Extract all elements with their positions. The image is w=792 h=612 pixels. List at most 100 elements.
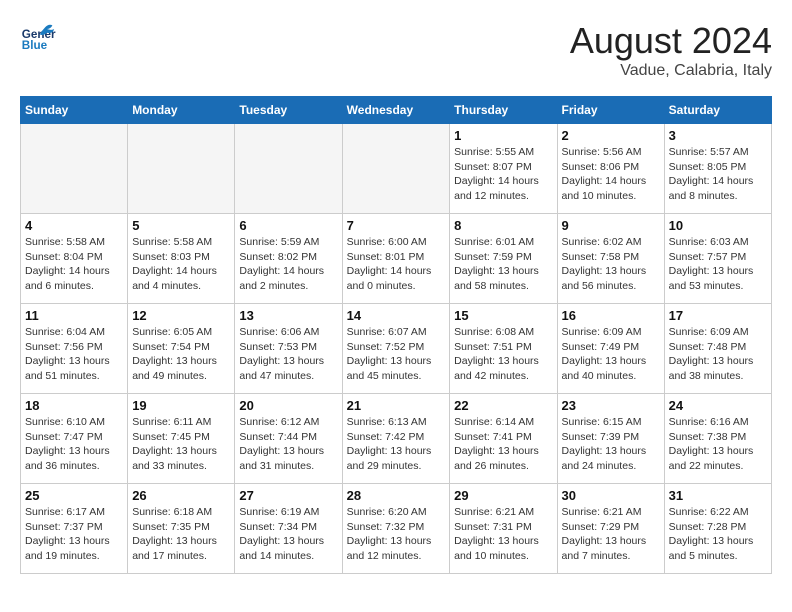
day-number: 16 <box>562 308 660 323</box>
day-number: 17 <box>669 308 767 323</box>
calendar-cell: 15 Sunrise: 6:08 AM Sunset: 7:51 PM Dayli… <box>450 304 557 394</box>
calendar-cell: 12 Sunrise: 6:05 AM Sunset: 7:54 PM Dayli… <box>128 304 235 394</box>
svg-text:Blue: Blue <box>22 39 48 52</box>
day-number: 4 <box>25 218 123 233</box>
day-info: Sunrise: 6:10 AM Sunset: 7:47 PM Dayligh… <box>25 415 123 474</box>
calendar-cell: 7Sunrise: 6:00 AM Sunset: 8:01 PM Daylig… <box>342 214 450 304</box>
calendar-cell <box>235 124 342 214</box>
calendar-cell: 23 Sunrise: 6:15 AM Sunset: 7:39 PM Dayli… <box>557 394 664 484</box>
day-info: Sunrise: 6:08 AM Sunset: 7:51 PM Dayligh… <box>454 325 552 384</box>
calendar-cell: 16Sunrise: 6:09 AM Sunset: 7:49 PM Dayli… <box>557 304 664 394</box>
calendar-cell: 21 Sunrise: 6:13 AM Sunset: 7:42 PM Dayli… <box>342 394 450 484</box>
day-number: 1 <box>454 128 552 143</box>
calendar-cell: 19 Sunrise: 6:11 AM Sunset: 7:45 PM Dayli… <box>128 394 235 484</box>
calendar-cell: 13 Sunrise: 6:06 AM Sunset: 7:53 PM Dayli… <box>235 304 342 394</box>
col-header-friday: Friday <box>557 97 664 124</box>
day-number: 20 <box>239 398 337 413</box>
page-header: General Blue August 2024 Vadue, Calabria… <box>20 20 772 80</box>
day-info: Sunrise: 5:56 AM Sunset: 8:06 PM Dayligh… <box>562 145 660 204</box>
calendar-week-1: 1 Sunrise: 5:55 AM Sunset: 8:07 PM Daylig… <box>21 124 772 214</box>
calendar-cell <box>342 124 450 214</box>
day-info: Sunrise: 6:20 AM Sunset: 7:32 PM Dayligh… <box>347 505 446 564</box>
calendar-cell: 28 Sunrise: 6:20 AM Sunset: 7:32 PM Dayli… <box>342 484 450 574</box>
calendar-cell: 27Sunrise: 6:19 AM Sunset: 7:34 PM Dayli… <box>235 484 342 574</box>
day-number: 30 <box>562 488 660 503</box>
day-number: 9 <box>562 218 660 233</box>
calendar-cell: 20 Sunrise: 6:12 AM Sunset: 7:44 PM Dayli… <box>235 394 342 484</box>
day-number: 10 <box>669 218 767 233</box>
day-number: 14 <box>347 308 446 323</box>
calendar-cell: 26Sunrise: 6:18 AM Sunset: 7:35 PM Dayli… <box>128 484 235 574</box>
day-number: 28 <box>347 488 446 503</box>
month-title: August 2024 <box>570 20 772 62</box>
day-number: 21 <box>347 398 446 413</box>
day-info: Sunrise: 6:01 AM Sunset: 7:59 PM Dayligh… <box>454 235 552 294</box>
day-info: Sunrise: 6:04 AM Sunset: 7:56 PM Dayligh… <box>25 325 123 384</box>
calendar-week-2: 4 Sunrise: 5:58 AM Sunset: 8:04 PM Daylig… <box>21 214 772 304</box>
day-info: Sunrise: 6:02 AM Sunset: 7:58 PM Dayligh… <box>562 235 660 294</box>
day-number: 29 <box>454 488 552 503</box>
day-info: Sunrise: 5:55 AM Sunset: 8:07 PM Dayligh… <box>454 145 552 204</box>
day-number: 6 <box>239 218 337 233</box>
day-info: Sunrise: 6:00 AM Sunset: 8:01 PM Dayligh… <box>347 235 446 294</box>
calendar-cell: 24Sunrise: 6:16 AM Sunset: 7:38 PM Dayli… <box>664 394 771 484</box>
calendar-week-3: 11 Sunrise: 6:04 AM Sunset: 7:56 PM Dayli… <box>21 304 772 394</box>
calendar-week-5: 25 Sunrise: 6:17 AM Sunset: 7:37 PM Dayli… <box>21 484 772 574</box>
calendar-cell <box>128 124 235 214</box>
calendar-cell: 8 Sunrise: 6:01 AM Sunset: 7:59 PM Daylig… <box>450 214 557 304</box>
day-info: Sunrise: 6:22 AM Sunset: 7:28 PM Dayligh… <box>669 505 767 564</box>
calendar-cell: 14 Sunrise: 6:07 AM Sunset: 7:52 PM Dayli… <box>342 304 450 394</box>
day-info: Sunrise: 6:13 AM Sunset: 7:42 PM Dayligh… <box>347 415 446 474</box>
day-info: Sunrise: 5:57 AM Sunset: 8:05 PM Dayligh… <box>669 145 767 204</box>
day-number: 25 <box>25 488 123 503</box>
calendar-cell: 5 Sunrise: 5:58 AM Sunset: 8:03 PM Daylig… <box>128 214 235 304</box>
col-header-monday: Monday <box>128 97 235 124</box>
calendar-table: SundayMondayTuesdayWednesdayThursdayFrid… <box>20 96 772 574</box>
calendar-week-4: 18Sunrise: 6:10 AM Sunset: 7:47 PM Dayli… <box>21 394 772 484</box>
day-info: Sunrise: 6:14 AM Sunset: 7:41 PM Dayligh… <box>454 415 552 474</box>
logo-icon: General Blue <box>20 20 56 56</box>
logo: General Blue <box>20 20 56 56</box>
calendar-cell: 4 Sunrise: 5:58 AM Sunset: 8:04 PM Daylig… <box>21 214 128 304</box>
col-header-thursday: Thursday <box>450 97 557 124</box>
col-header-tuesday: Tuesday <box>235 97 342 124</box>
day-info: Sunrise: 6:06 AM Sunset: 7:53 PM Dayligh… <box>239 325 337 384</box>
day-info: Sunrise: 6:15 AM Sunset: 7:39 PM Dayligh… <box>562 415 660 474</box>
location-title: Vadue, Calabria, Italy <box>570 62 772 80</box>
calendar-cell: 18Sunrise: 6:10 AM Sunset: 7:47 PM Dayli… <box>21 394 128 484</box>
day-info: Sunrise: 6:11 AM Sunset: 7:45 PM Dayligh… <box>132 415 230 474</box>
title-block: August 2024 Vadue, Calabria, Italy <box>570 20 772 80</box>
day-info: Sunrise: 5:58 AM Sunset: 8:03 PM Dayligh… <box>132 235 230 294</box>
day-number: 5 <box>132 218 230 233</box>
calendar-cell: 31Sunrise: 6:22 AM Sunset: 7:28 PM Dayli… <box>664 484 771 574</box>
calendar-cell: 17Sunrise: 6:09 AM Sunset: 7:48 PM Dayli… <box>664 304 771 394</box>
day-number: 22 <box>454 398 552 413</box>
day-info: Sunrise: 6:17 AM Sunset: 7:37 PM Dayligh… <box>25 505 123 564</box>
calendar-cell: 1 Sunrise: 5:55 AM Sunset: 8:07 PM Daylig… <box>450 124 557 214</box>
day-number: 13 <box>239 308 337 323</box>
day-number: 19 <box>132 398 230 413</box>
calendar-cell: 25 Sunrise: 6:17 AM Sunset: 7:37 PM Dayli… <box>21 484 128 574</box>
day-info: Sunrise: 6:12 AM Sunset: 7:44 PM Dayligh… <box>239 415 337 474</box>
col-header-saturday: Saturday <box>664 97 771 124</box>
calendar-cell <box>21 124 128 214</box>
day-info: Sunrise: 6:19 AM Sunset: 7:34 PM Dayligh… <box>239 505 337 564</box>
day-number: 8 <box>454 218 552 233</box>
calendar-cell: 22 Sunrise: 6:14 AM Sunset: 7:41 PM Dayli… <box>450 394 557 484</box>
calendar-cell: 2Sunrise: 5:56 AM Sunset: 8:06 PM Daylig… <box>557 124 664 214</box>
day-info: Sunrise: 6:16 AM Sunset: 7:38 PM Dayligh… <box>669 415 767 474</box>
day-info: Sunrise: 6:21 AM Sunset: 7:29 PM Dayligh… <box>562 505 660 564</box>
col-header-wednesday: Wednesday <box>342 97 450 124</box>
day-info: Sunrise: 6:21 AM Sunset: 7:31 PM Dayligh… <box>454 505 552 564</box>
day-number: 11 <box>25 308 123 323</box>
day-number: 12 <box>132 308 230 323</box>
day-info: Sunrise: 6:03 AM Sunset: 7:57 PM Dayligh… <box>669 235 767 294</box>
calendar-header-row: SundayMondayTuesdayWednesdayThursdayFrid… <box>21 97 772 124</box>
day-number: 15 <box>454 308 552 323</box>
day-info: Sunrise: 6:05 AM Sunset: 7:54 PM Dayligh… <box>132 325 230 384</box>
day-info: Sunrise: 6:07 AM Sunset: 7:52 PM Dayligh… <box>347 325 446 384</box>
calendar-cell: 29 Sunrise: 6:21 AM Sunset: 7:31 PM Dayli… <box>450 484 557 574</box>
day-number: 26 <box>132 488 230 503</box>
day-number: 23 <box>562 398 660 413</box>
day-info: Sunrise: 5:58 AM Sunset: 8:04 PM Dayligh… <box>25 235 123 294</box>
